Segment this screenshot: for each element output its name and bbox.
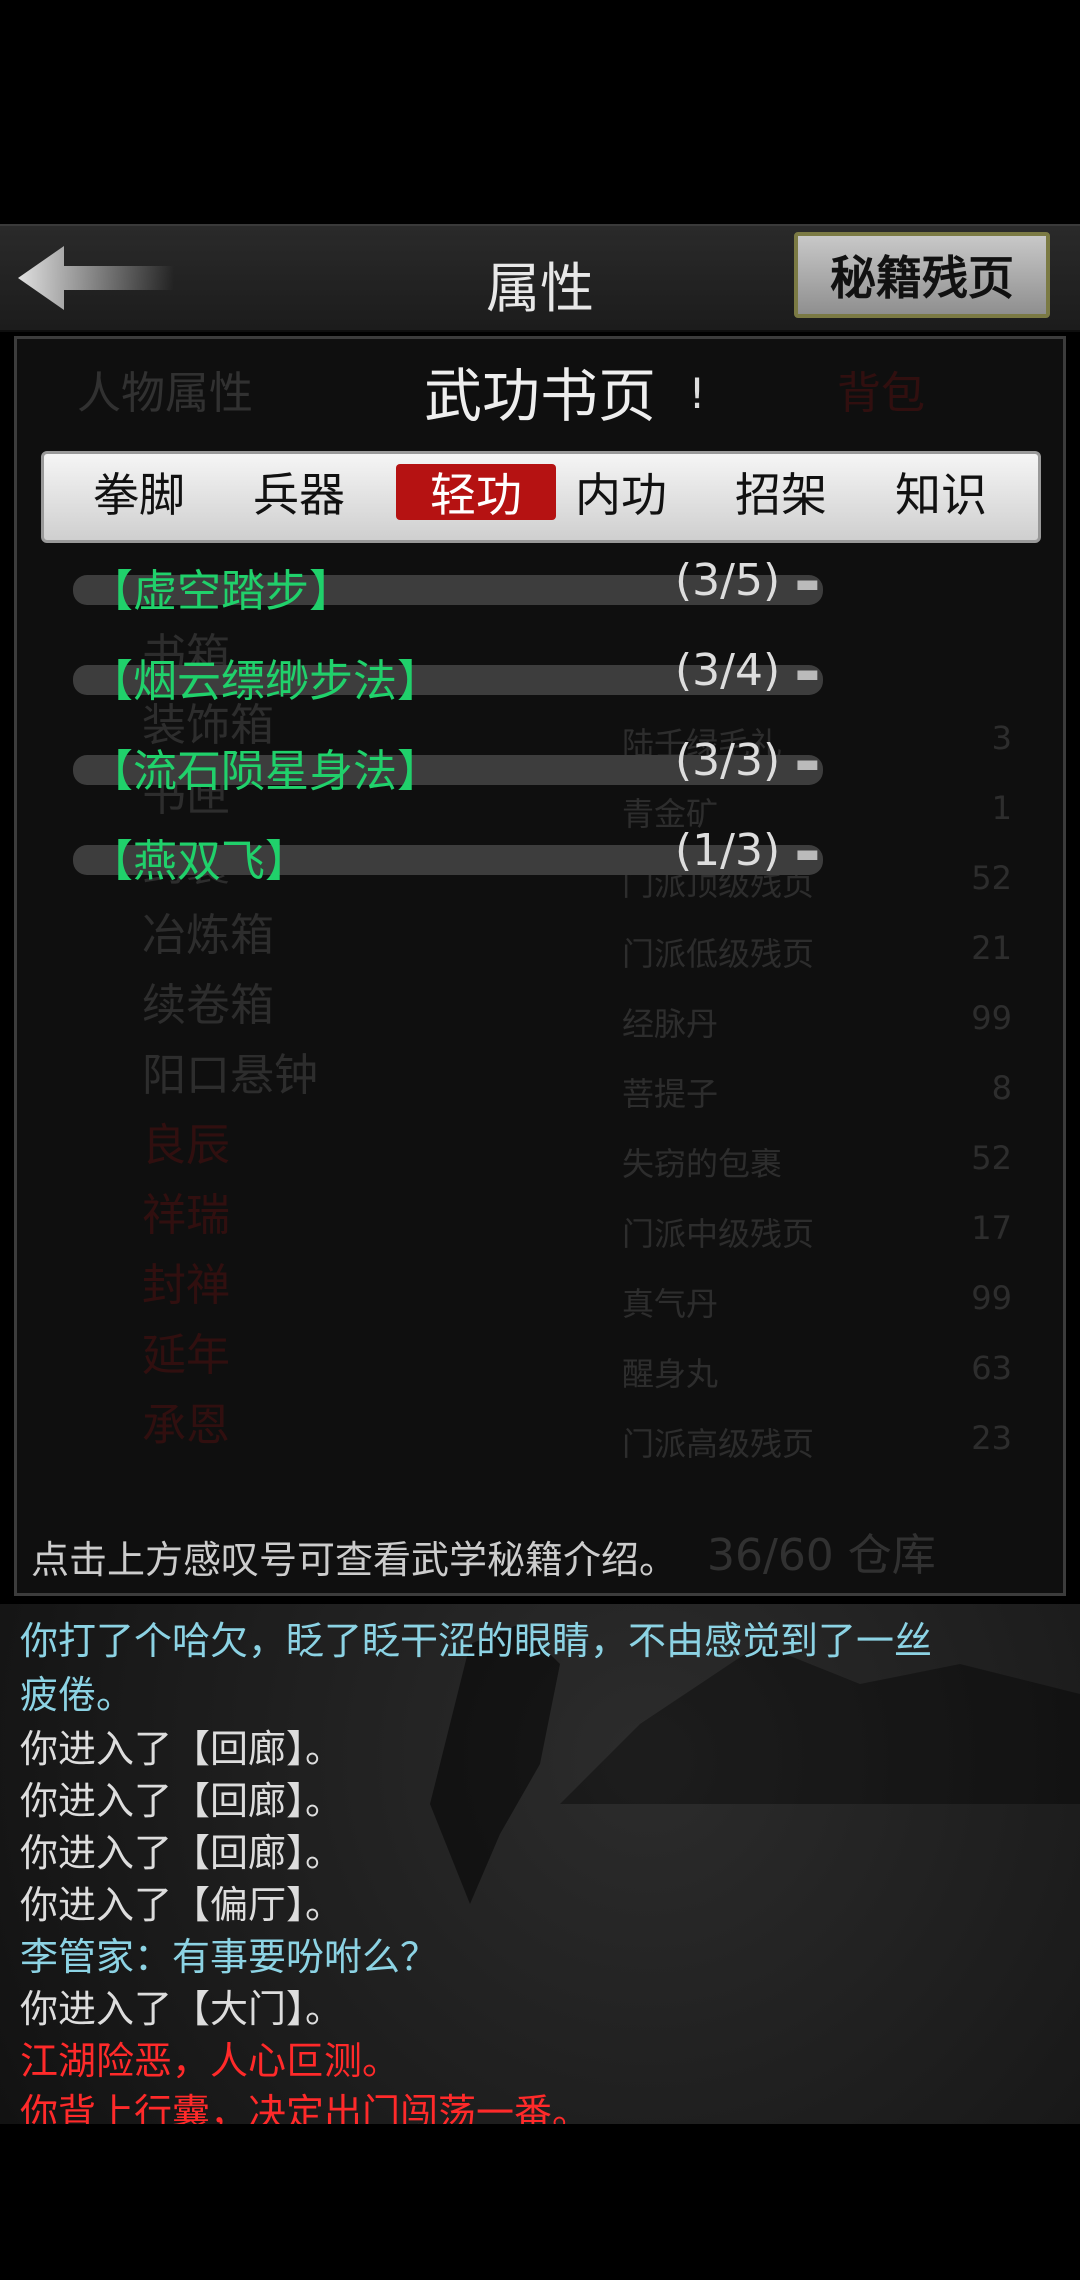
ghost-grid-row: 经脉丹 99 — [622, 999, 1012, 1043]
hint-text: 点击上方感叹号可查看武学秘籍介绍。 — [31, 1538, 678, 1582]
ghost-list-item: 阳口悬钟 — [142, 1050, 318, 1101]
skill-name: 【燕双飞】 — [89, 836, 309, 887]
back-arrow-icon[interactable] — [14, 240, 184, 316]
log-line: 你背上行囊，决定出门闯荡一番。 — [20, 2091, 591, 2124]
skill-row[interactable]: 【流石陨星身法】 (3/3) ▬ — [55, 735, 825, 797]
log-line: 江湖险恶，人心叵测。 — [20, 2039, 401, 2083]
ghost-list-item: 冶炼箱 — [142, 910, 274, 961]
ghost-list-item: 续卷箱 — [142, 980, 274, 1031]
dropdown-caret-icon: ▬ — [795, 659, 820, 689]
ghost-grid-row: 门派高级残页 23 — [622, 1419, 1012, 1463]
header-bar: 属性 秘籍残页 — [0, 224, 1080, 332]
tab-fist[interactable]: 拳脚 — [74, 464, 204, 522]
skill-row[interactable]: 【燕双飞】 (1/3) ▬ — [55, 825, 825, 887]
tab-knowledge[interactable]: 知识 — [876, 464, 1006, 522]
info-exclamation-icon[interactable]: ! — [679, 369, 715, 419]
skill-row[interactable]: 【虚空踏步】 (3/5) ▬ — [55, 555, 825, 617]
ghost-list-item: 封禅 — [142, 1260, 230, 1311]
skill-row[interactable]: 【烟云缥缈步法】 (3/4) ▬ — [55, 645, 825, 707]
skill-name: 【虚空踏步】 — [89, 566, 353, 617]
ghost-list-item: 承恩 — [142, 1400, 230, 1451]
dropdown-caret-icon: ▬ — [795, 839, 820, 869]
log-line: 疲倦。 — [20, 1673, 135, 1717]
skill-count: (3/5) — [675, 555, 781, 606]
ghost-capacity: 36/60 仓库 — [707, 1530, 936, 1581]
ghost-grid-row: 醒身丸 63 — [622, 1349, 1012, 1393]
dialog-title: 武功书页 — [423, 362, 656, 430]
top-blank-area — [0, 0, 1080, 224]
log-line: 李管家：有事要吩咐么？ — [20, 1935, 439, 1979]
skill-name: 【烟云缥缈步法】 — [89, 656, 441, 707]
ghost-grid-row: 真气丹 99 — [622, 1279, 1012, 1323]
log-line: 你进入了【回廊】。 — [20, 1727, 344, 1771]
ghost-grid-row: 菩提子 8 — [622, 1069, 1012, 1113]
ghost-grid-row: 门派中级残页 17 — [622, 1209, 1012, 1253]
tab-parry[interactable]: 招架 — [716, 464, 846, 522]
skill-category-tabs: 拳脚 兵器 轻功 内功 招架 知识 — [41, 451, 1041, 543]
skill-count: (1/3) — [675, 825, 781, 876]
dropdown-caret-icon: ▬ — [795, 569, 820, 599]
skill-pages-panel: 人物属性 背包 书箱 装饰箱 书匣 药囊 冶炼箱 续卷箱 阳口悬钟 良辰 祥瑞 … — [14, 336, 1066, 1596]
ghost-list-item: 祥瑞 — [142, 1190, 230, 1241]
ghost-list-item: 延年 — [142, 1330, 230, 1381]
ghost-grid-row: 门派低级残页 21 — [622, 929, 1012, 973]
skill-count: (3/4) — [675, 645, 781, 696]
skill-count: (3/3) — [675, 735, 781, 786]
message-log: 你打了个哈欠，眨了眨干涩的眼睛，不由感觉到了一丝 疲倦。 你进入了【回廊】。 你… — [0, 1604, 1080, 2124]
tab-lightness[interactable]: 轻功 — [396, 464, 556, 522]
page-title: 属性 — [486, 257, 594, 320]
log-line: 你进入了【回廊】。 — [20, 1779, 344, 1823]
ghost-grid-row: 失窃的包裹 52 — [622, 1139, 1012, 1183]
log-line: 你进入了【回廊】。 — [20, 1831, 344, 1875]
ghost-list-item: 良辰 — [142, 1120, 230, 1171]
tab-internal[interactable]: 内功 — [556, 464, 686, 522]
log-line: 你进入了【偏厅】。 — [20, 1883, 344, 1927]
dropdown-caret-icon: ▬ — [795, 749, 820, 779]
tab-weapon[interactable]: 兵器 — [234, 464, 364, 522]
log-line: 你进入了【大门】。 — [20, 1987, 344, 2031]
log-line: 你打了个哈欠，眨了眨干涩的眼睛，不由感觉到了一丝 — [20, 1619, 933, 1663]
skill-name: 【流石陨星身法】 — [89, 746, 441, 797]
secret-pages-button[interactable]: 秘籍残页 — [794, 232, 1050, 318]
